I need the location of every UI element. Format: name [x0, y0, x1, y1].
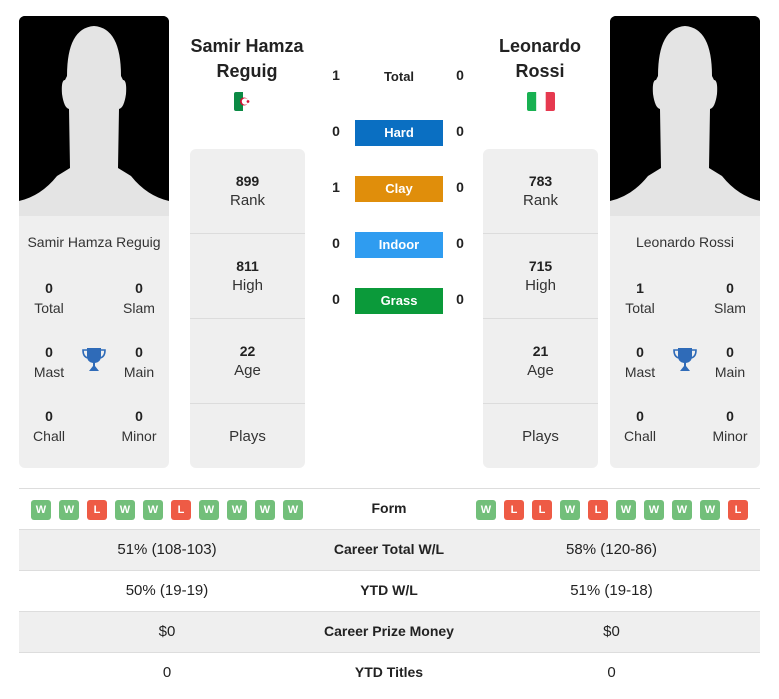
- player1-plays: Plays: [190, 403, 305, 488]
- form-loss-badge[interactable]: L: [588, 500, 608, 520]
- form-win-badge[interactable]: W: [115, 500, 135, 520]
- player2-slam-titles: 0 Slam: [714, 280, 746, 316]
- h2h-clay-right: 0: [456, 179, 464, 195]
- h2h-total-right: 0: [456, 67, 464, 83]
- player1-slam-titles: 0 Slam: [123, 280, 155, 316]
- form-win-badge[interactable]: W: [476, 500, 496, 520]
- player2-value: 0: [607, 664, 616, 681]
- form-loss-badge[interactable]: L: [532, 500, 552, 520]
- form-win-badge[interactable]: W: [31, 500, 51, 520]
- trophy-icon: [82, 347, 106, 373]
- form-loss-badge[interactable]: L: [728, 500, 748, 520]
- player2-value: $0: [603, 623, 620, 640]
- player2-plays: Plays: [483, 403, 598, 488]
- table-row: $0 Career Prize Money $0: [19, 611, 760, 652]
- player1-name-label: Samir Hamza Reguig: [27, 234, 161, 250]
- surface-indoor-button[interactable]: Indoor: [355, 232, 443, 258]
- form-win-badge[interactable]: W: [672, 500, 692, 520]
- surface-hard-button[interactable]: Hard: [355, 120, 443, 146]
- surface-grass-button[interactable]: Grass: [355, 288, 443, 314]
- comparison-table: WWLWWLWWWW Form WLLWLWWWWL 51% (108-103)…: [19, 488, 760, 693]
- player2-mast-titles: 0 Mast: [624, 344, 656, 380]
- player1-age: 22 Age: [190, 318, 305, 403]
- form-loss-badge[interactable]: L: [504, 500, 524, 520]
- table-row: 0 YTD Titles 0: [19, 652, 760, 693]
- algeria-flag-icon: [234, 92, 252, 111]
- player1-stats-card: 899 Rank 811 High 22 Age Plays: [190, 149, 305, 468]
- form-loss-badge[interactable]: L: [87, 500, 107, 520]
- player1-photo: [19, 16, 169, 216]
- form-win-badge[interactable]: W: [616, 500, 636, 520]
- player2-high: 715 High: [483, 233, 598, 318]
- player1-form: WWLWWLWWWW: [31, 500, 303, 520]
- player2-value: 58% (120-86): [566, 541, 657, 558]
- player1-total-titles: 0 Total: [34, 280, 64, 316]
- avatar-silhouette-icon: [19, 16, 169, 216]
- form-win-badge[interactable]: W: [227, 500, 247, 520]
- form-loss-badge[interactable]: L: [171, 500, 191, 520]
- form-label: Form: [371, 500, 407, 516]
- player2-value: 51% (19-18): [570, 582, 653, 599]
- player1-main-titles: 0 Main: [123, 344, 155, 380]
- player1-rank: 899 Rank: [229, 173, 266, 209]
- form-win-badge[interactable]: W: [700, 500, 720, 520]
- h2h-hard-left: 0: [332, 123, 340, 139]
- player2-name-label: Leonardo Rossi: [635, 234, 735, 250]
- player2-stats-card: 783 Rank 715 High 21 Age Plays: [483, 149, 598, 468]
- form-win-badge[interactable]: W: [143, 500, 163, 520]
- h2h-indoor-right: 0: [456, 235, 464, 251]
- surface-clay-button[interactable]: Clay: [355, 176, 443, 202]
- h2h-total-label: Total: [383, 69, 415, 84]
- player2-titles-card: Leonardo Rossi 1 Total 0 Slam 0 Mast 0 Main …: [610, 216, 760, 468]
- player2-age: 21 Age: [483, 318, 598, 403]
- h2h-indoor-left: 0: [332, 235, 340, 251]
- player2-total-titles: 1 Total: [625, 280, 655, 316]
- trophy-icon: [673, 347, 697, 373]
- table-row: 50% (19-19) YTD W/L 51% (19-18): [19, 570, 760, 611]
- form-win-badge[interactable]: W: [283, 500, 303, 520]
- table-row: 51% (108-103) Career Total W/L 58% (120-…: [19, 529, 760, 570]
- row-label: YTD Titles: [354, 664, 424, 680]
- player2-rank: 783 Rank: [522, 173, 559, 209]
- player2-minor-titles: 0 Minor: [712, 408, 748, 444]
- player1-value: 50% (19-19): [125, 582, 209, 599]
- player1-value: 51% (108-103): [117, 541, 217, 558]
- player2-main-titles: 0 Main: [714, 344, 746, 380]
- form-win-badge[interactable]: W: [59, 500, 79, 520]
- h2h-clay-left: 1: [332, 179, 340, 195]
- h2h-total-left: 1: [332, 67, 340, 83]
- player1-mast-titles: 0 Mast: [33, 344, 65, 380]
- player2-name-heading[interactable]: Leonardo Rossi: [470, 34, 610, 84]
- player1-value: 0: [162, 664, 172, 681]
- player1-value: $0: [158, 623, 176, 640]
- form-row: WWLWWLWWWW Form WLLWLWWWWL: [19, 488, 760, 529]
- form-win-badge[interactable]: W: [199, 500, 219, 520]
- player2-chall-titles: 0 Chall: [624, 408, 656, 444]
- avatar-silhouette-icon: [610, 16, 760, 216]
- italy-flag-icon: [527, 92, 555, 111]
- player2-photo: [610, 16, 760, 216]
- h2h-hard-right: 0: [456, 123, 464, 139]
- form-win-badge[interactable]: W: [255, 500, 275, 520]
- row-label: Career Prize Money: [324, 623, 454, 639]
- player2-form: WLLWLWWWWL: [476, 500, 748, 520]
- h2h-grass-left: 0: [332, 291, 340, 307]
- row-label: YTD W/L: [360, 582, 418, 598]
- row-label: Career Total W/L: [333, 541, 445, 557]
- player1-titles-card: Samir Hamza Reguig 0 Total 0 Slam 0 Mast 0M…: [19, 216, 169, 468]
- form-win-badge[interactable]: W: [560, 500, 580, 520]
- player1-name-heading[interactable]: Samir Hamza Reguig: [177, 34, 317, 84]
- h2h-grass-right: 0: [456, 291, 464, 307]
- player1-high: 811 High: [190, 233, 305, 318]
- player1-chall-titles: 0 Chall: [33, 408, 65, 444]
- form-win-badge[interactable]: W: [644, 500, 664, 520]
- player1-minor-titles: 0 Minor: [121, 408, 157, 444]
